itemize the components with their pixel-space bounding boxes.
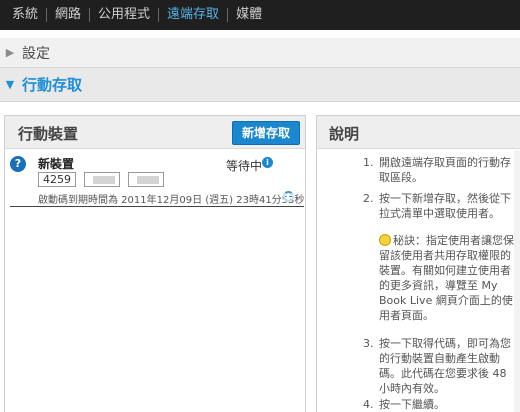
loading-spinner-icon [283,191,294,202]
chevron-right-icon: ▶ [5,46,15,59]
activation-code-part-2 [84,172,120,187]
step-text: 按一下取得代碼，即可為您的行動裝置自動產生啟動碼。此代碼在您要求後 48 小時內… [379,337,511,395]
help-icon[interactable]: ? [10,156,26,172]
blurred-code [137,176,159,184]
device-status: 等待中 [226,159,263,173]
nav-item-remote-access[interactable]: 遠端存取 [159,0,227,30]
expiration-text: 啟動碼到期時間為 2011年12月09日 (週五) 23時41分53秒 [38,195,305,206]
device-divider [10,206,304,207]
activation-code-part-3 [128,172,164,187]
step-text: 按一下新增存取，然後從下拉式清單中選取使用者。 [379,192,511,220]
activation-code-part-1: 4259 [38,172,76,187]
step-text: 按一下繼續。 [379,398,445,411]
help-title: 說明 [329,125,360,143]
info-icon[interactable]: i [262,157,273,168]
chevron-down-icon: ▼ [5,78,15,91]
tip-block: 秘訣：指定使用者讓您保留該使用者共用存取權限的裝置。有關如何建立使用者的更多資訊… [379,233,515,323]
nav-item-network[interactable]: 網路 [47,0,89,30]
help-scrollbar[interactable] [514,150,520,412]
nav-item-media[interactable]: 媒體 [228,0,270,30]
top-nav: 系統 網路 公用程式 遠端存取 媒體 [0,0,520,30]
step-text: 開啟遠端存取頁面的行動存取區段。 [379,156,511,184]
help-header: 說明 [317,116,520,149]
mobile-access-row[interactable]: ▼ 行動存取 [0,68,520,102]
settings-label: 設定 [22,45,50,62]
mobile-devices-header: 行動裝置 新增存取 [5,116,305,149]
step-number: 3. [363,337,374,350]
device-name: 新裝置 [38,157,75,171]
lightbulb-icon [379,234,391,246]
nav-item-system[interactable]: 系統 [4,0,46,30]
mobile-devices-title: 行動裝置 [18,125,79,143]
mobile-access-label: 行動存取 [22,76,83,94]
step-number: 4. [363,398,374,411]
nav-item-utilities[interactable]: 公用程式 [90,0,158,30]
step-number: 2. [363,192,374,205]
add-access-button[interactable]: 新增存取 [232,121,300,145]
expiration-clip: 啟動碼到期時間為 2011年12月09日 (週五) 23時41分53秒 [0,188,306,206]
step-number: 1. [363,156,374,169]
settings-row[interactable]: ▶ 設定 [0,38,520,68]
blurred-code [93,176,115,184]
tip-text: 秘訣：指定使用者讓您保留該使用者共用存取權限的裝置。有關如何建立使用者的更多資訊… [379,234,514,322]
